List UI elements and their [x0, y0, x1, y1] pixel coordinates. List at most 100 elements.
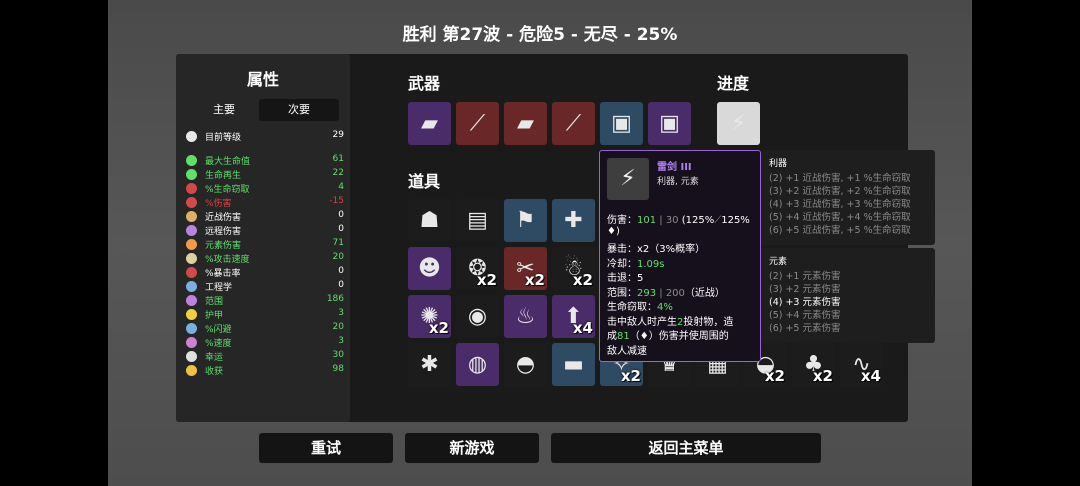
stat-label: 护甲 — [205, 311, 224, 321]
attack-speed-icon — [186, 253, 197, 264]
new-game-button[interactable]: 新游戏 — [405, 433, 539, 463]
stat-row: 工程学 0 — [186, 280, 344, 294]
inventory-slot[interactable]: ♨ — [504, 295, 547, 338]
stat-value: 61 — [332, 154, 344, 164]
set-bonus-line: (2) +1 近战伤害, +1 %生命窃取 — [769, 173, 911, 184]
inventory-slot[interactable]: ▣ — [648, 102, 691, 145]
inventory-slot[interactable]: ◉ — [456, 295, 499, 338]
harvest-icon — [186, 365, 197, 376]
inventory-slot[interactable]: ▣ — [600, 102, 643, 145]
banknote-icon: ▤ — [467, 208, 488, 233]
main-menu-button[interactable]: 返回主菜单 — [551, 433, 821, 463]
flamethrower-icon: ▣ — [611, 111, 632, 136]
inventory-slot[interactable]: ▬ — [552, 343, 595, 386]
tooltip-line: 成81（♦）伤害并使周围的 — [607, 327, 729, 342]
stat-row: 幸运 30 — [186, 350, 344, 364]
stat-row: 生命再生 22 — [186, 168, 344, 182]
inventory-slot[interactable]: ⟋ — [456, 102, 499, 145]
stat-value: -15 — [329, 196, 344, 206]
game-over-screen: 胜利 第27波 - 危险5 - 无尽 - 25% 属性 主要 次要 目前等级 2… — [108, 0, 972, 486]
inventory-slot[interactable]: ∿ x4 — [840, 343, 883, 386]
item-count: x4 — [572, 319, 593, 337]
dodge-icon — [186, 323, 197, 334]
inventory-slot[interactable]: ⟋ — [552, 102, 595, 145]
tooltip-text: | 30 — [656, 215, 679, 226]
stat-value: 4 — [338, 182, 344, 192]
inventory-slot[interactable]: ✚ — [552, 199, 595, 242]
inventory-slot[interactable]: ❂ x2 — [456, 247, 499, 290]
inventory-slot[interactable]: ✂ x2 — [504, 247, 547, 290]
inventory-slot[interactable]: ▤ — [456, 199, 499, 242]
tooltip-line: ♦) — [607, 226, 620, 237]
stat-label: 目前等级 — [205, 133, 242, 143]
flag-icon: ⚑ — [515, 208, 536, 233]
stat-row: %生命窃取 4 — [186, 182, 344, 196]
medkit-robot-icon: ✚ — [564, 208, 583, 233]
stat-label: %暴击率 — [205, 269, 241, 279]
set-bonus-title: 元素 — [769, 257, 788, 267]
item-count: x2 — [524, 271, 545, 289]
tooltip-line: 伤害：101 | 30 (125%⟋125% — [607, 211, 750, 226]
inventory-slot[interactable]: ⬆ x4 — [552, 295, 595, 338]
magic-wand-icon: ⟋ — [469, 111, 486, 136]
inventory-slot[interactable]: ☗ — [408, 199, 451, 242]
retry-button[interactable]: 重试 — [259, 433, 393, 463]
stat-value: 22 — [332, 168, 344, 178]
tooltip-weapon-name: 雷剑 III — [657, 162, 692, 173]
tab-primary-stats[interactable]: 主要 — [184, 99, 264, 121]
zombie-head-icon: ☻ — [418, 256, 441, 281]
stat-value: 0 — [338, 266, 344, 276]
tooltip-line: 击中敌人时产生2投射物，造 — [607, 313, 733, 328]
progress-title: 进度 — [717, 74, 750, 93]
stat-row: 最大生命值 61 — [186, 154, 344, 168]
lifesteal-icon — [186, 183, 197, 194]
tooltip-text: 125% — [721, 215, 750, 226]
stat-row: 元素伤害 71 — [186, 238, 344, 252]
item-count: x2 — [764, 367, 785, 385]
set-bonus-line: (5) +4 近战伤害, +4 %生命窃取 — [769, 212, 911, 223]
set-bonus-line: (3) +2 近战伤害, +2 %生命窃取 — [769, 186, 911, 197]
inventory-slot[interactable]: ☻ — [408, 247, 451, 290]
stat-value: 30 — [332, 350, 344, 360]
stat-label: 收获 — [205, 367, 224, 377]
tooltip-text: (125% — [678, 215, 715, 226]
inventory-slot[interactable]: ⚡ — [717, 102, 760, 145]
stat-row: 护甲 3 — [186, 308, 344, 322]
stat-label: %伤害 — [205, 199, 232, 209]
tooltip-text: 范围： — [607, 287, 637, 299]
item-count: x2 — [428, 319, 449, 337]
inventory-slot[interactable]: ▰ — [408, 102, 451, 145]
inventory-slot[interactable]: ☃ x2 — [552, 247, 595, 290]
stat-label: 幸运 — [205, 353, 224, 363]
stats-title: 属性 — [246, 70, 279, 89]
stat-value: 20 — [332, 322, 344, 332]
item-count: x2 — [476, 271, 497, 289]
level-icon — [186, 131, 197, 142]
inventory-slot[interactable]: ⚑ — [504, 199, 547, 242]
inventory-slot[interactable]: ♣ x2 — [792, 343, 835, 386]
inventory-slot[interactable]: ✺ x2 — [408, 295, 451, 338]
tooltip-line: 生命窃取：4% — [607, 298, 673, 313]
luck-icon — [186, 351, 197, 362]
tooltip-text: 暴击：x2（3%概率） — [607, 244, 706, 255]
tooltip-weapon-tags: 利器, 元素 — [657, 177, 699, 187]
inventory-slot[interactable]: ◍ — [456, 343, 499, 386]
stat-row-level: 目前等级 29 — [186, 130, 344, 144]
landmine-icon: ◓ — [515, 352, 536, 377]
run-result-title: 胜利 第27波 - 危险5 - 无尽 - 25% — [402, 25, 678, 45]
stats-panel: 属性 主要 次要 目前等级 29 最大生命值 61 生命再生 22 %生命窃取 4 %伤害 -… — [176, 54, 350, 422]
inventory-slot[interactable]: ▰ — [504, 102, 547, 145]
weapons-title: 武器 — [408, 74, 441, 93]
inventory-slot[interactable]: ◓ — [504, 343, 547, 386]
inventory-slot[interactable]: ✱ — [408, 343, 451, 386]
elemental-icon — [186, 239, 197, 250]
tooltip-line: 敌人减速 — [607, 342, 647, 357]
stat-value: 98 — [332, 364, 344, 374]
tab-secondary-stats[interactable]: 次要 — [259, 99, 339, 121]
stat-value: 29 — [332, 130, 344, 140]
set-bonus-sharp: 利器 (2) +1 近战伤害, +1 %生命窃取 (3) +2 近战伤害, +2 … — [761, 150, 935, 245]
stat-label: %攻击速度 — [205, 255, 250, 265]
set-bonus-title: 利器 — [769, 159, 788, 169]
tooltip-text: 101 — [637, 215, 657, 226]
tooltip-text: 投射物，造 — [683, 316, 734, 328]
